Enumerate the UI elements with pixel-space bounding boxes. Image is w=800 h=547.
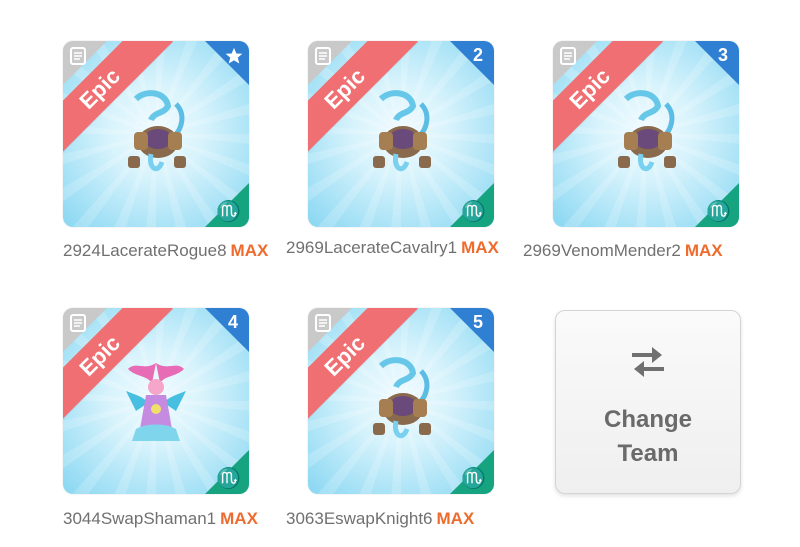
change-team-line1: Change bbox=[603, 406, 692, 433]
scorpio-icon: ♏ bbox=[461, 199, 486, 223]
monster-name-1: 2924LacerateRogue8 MAX bbox=[63, 241, 268, 261]
slot-number: 4 bbox=[227, 312, 238, 332]
team-slot-3-card[interactable]: Epic 3 ♏ bbox=[553, 41, 739, 227]
scorpio-icon: ♏ bbox=[216, 199, 241, 223]
change-team-label: Change Team bbox=[556, 403, 740, 471]
change-team-line2: Team bbox=[617, 440, 679, 467]
level-max-label: MAX bbox=[684, 241, 723, 260]
document-icon[interactable] bbox=[314, 314, 332, 332]
document-icon[interactable] bbox=[69, 47, 87, 65]
monster-name: 2924LacerateRogue8 bbox=[63, 241, 227, 260]
team-slot-1-card[interactable]: Epic ♏ bbox=[63, 41, 249, 227]
document-icon[interactable] bbox=[69, 314, 87, 332]
monster-name-3: 2969VenomMender2 MAX bbox=[523, 241, 723, 261]
star-icon bbox=[225, 47, 243, 64]
team-slot-4-card[interactable]: Epic 4 ♏ bbox=[63, 308, 249, 494]
scorpio-icon: ♏ bbox=[706, 199, 731, 223]
scorpio-icon: ♏ bbox=[461, 466, 486, 490]
change-team-button[interactable]: Change Team bbox=[555, 310, 741, 494]
slot-number: 5 bbox=[472, 312, 483, 332]
monster-name: 3063EswapKnight6 bbox=[286, 509, 433, 528]
monster-name-4: 3044SwapShaman1 MAX bbox=[63, 509, 258, 529]
level-max-label: MAX bbox=[436, 509, 475, 528]
monster-name: 3044SwapShaman1 bbox=[63, 509, 217, 528]
level-max-label: MAX bbox=[461, 238, 499, 257]
swap-arrows-icon bbox=[632, 347, 664, 377]
scorpio-icon: ♏ bbox=[216, 466, 241, 490]
team-slot-2-card[interactable]: Epic 2 ♏ bbox=[308, 41, 494, 227]
slot-number: 3 bbox=[717, 45, 728, 65]
level-max-label: MAX bbox=[220, 509, 258, 528]
level-max-label: MAX bbox=[230, 241, 269, 260]
document-icon[interactable] bbox=[314, 47, 332, 65]
monster-name-2: 2969LacerateCavalry1 MAX bbox=[286, 238, 499, 258]
monster-name: 2969LacerateCavalry1 bbox=[286, 238, 458, 257]
slot-number: 2 bbox=[472, 45, 483, 65]
monster-name-5: 3063EswapKnight6 MAX bbox=[286, 509, 474, 529]
document-icon[interactable] bbox=[559, 47, 577, 65]
team-slot-5-card[interactable]: Epic 5 ♏ bbox=[308, 308, 494, 494]
monster-name: 2969VenomMender2 bbox=[523, 241, 681, 260]
